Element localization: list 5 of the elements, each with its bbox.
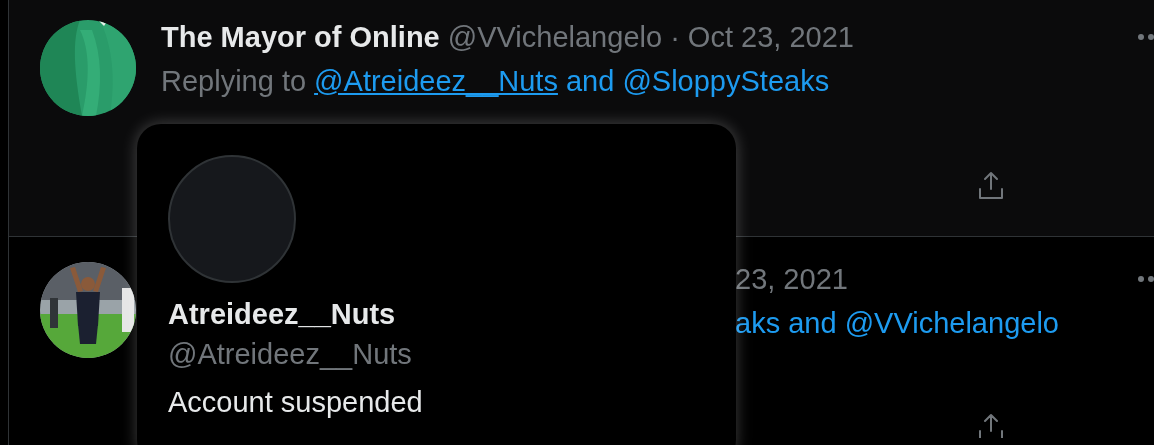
account-status: Account suspended (168, 385, 423, 419)
replying-label: Replying to (161, 64, 307, 98)
tweet-meta: 23, 2021 (735, 262, 848, 296)
tweet-meta: @VVichelangelo · Oct 23, 2021 (447, 20, 854, 54)
handle: @Atreideez__Nuts (168, 337, 412, 371)
